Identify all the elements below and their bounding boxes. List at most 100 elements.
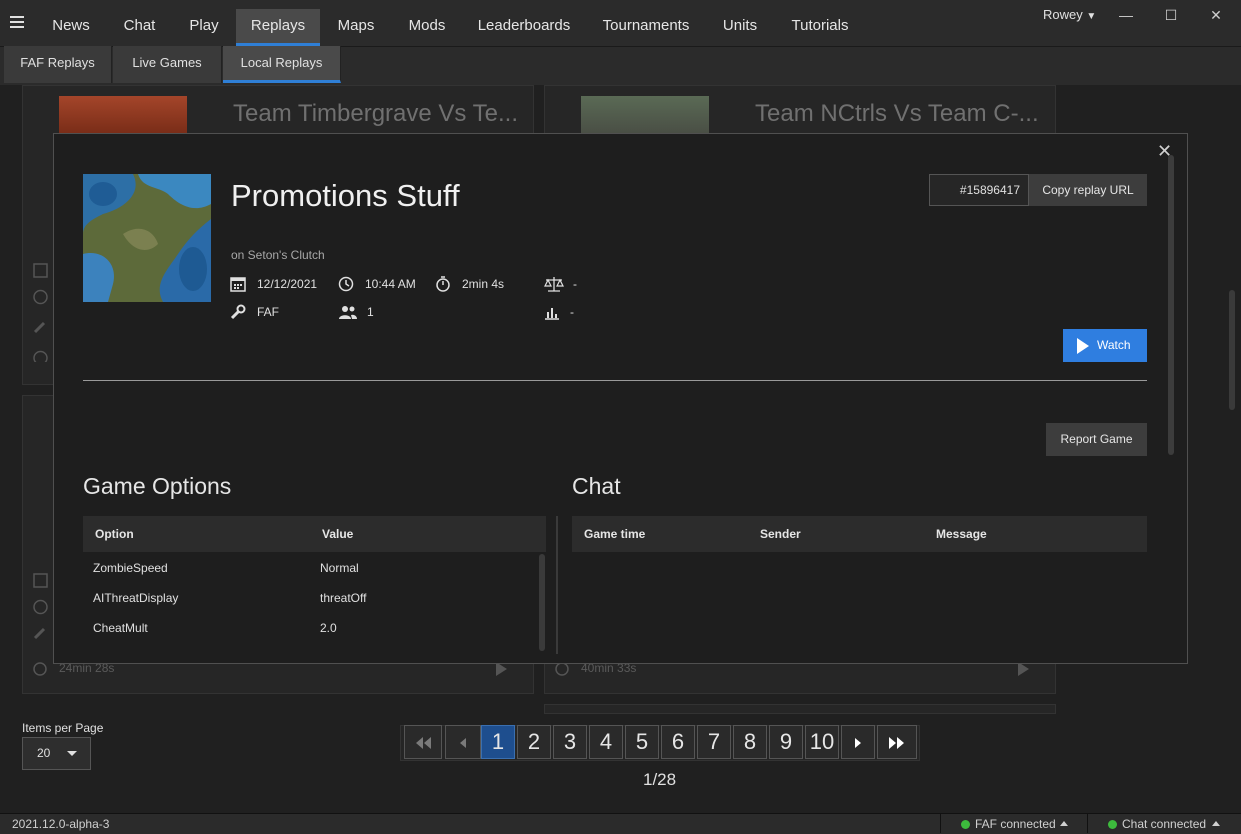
- game-options-table: ZombieSpeed Normal AIThreatDisplay threa…: [83, 552, 546, 652]
- replay-date: 12/12/2021: [257, 277, 318, 291]
- next-page-button[interactable]: [841, 725, 875, 759]
- version-label: 2021.12.0-alpha-3: [12, 817, 110, 831]
- report-game-button[interactable]: Report Game: [1046, 423, 1147, 456]
- page-button-9[interactable]: 9: [769, 725, 803, 759]
- nav-tab-units[interactable]: Units: [714, 9, 766, 46]
- map-preview-image: [581, 96, 709, 133]
- replay-title: Promotions Stuff: [231, 178, 460, 213]
- option-name: AIThreatDisplay: [93, 591, 179, 605]
- page-button-3[interactable]: 3: [553, 725, 587, 759]
- column-header-option[interactable]: Option: [95, 527, 134, 541]
- replay-rating: -: [570, 305, 574, 319]
- play-icon: [1077, 338, 1089, 354]
- nav-tab-news[interactable]: News: [40, 9, 102, 46]
- column-header-message[interactable]: Message: [936, 527, 987, 541]
- game-options-header: Option Value: [83, 516, 546, 552]
- subtab-local-replays[interactable]: Local Replays: [223, 46, 341, 83]
- nav-tab-tutorials[interactable]: Tutorials: [781, 9, 859, 46]
- faf-connection-status[interactable]: FAF connected: [975, 817, 1056, 831]
- items-per-page-select[interactable]: 20: [22, 737, 91, 770]
- option-name: CheatMult: [93, 621, 148, 635]
- chevron-right-icon: [855, 738, 861, 748]
- page-button-2[interactable]: 2: [517, 725, 551, 759]
- column-header-sender[interactable]: Sender: [760, 527, 801, 541]
- previous-page-button[interactable]: [445, 725, 481, 759]
- map-preview-image: [59, 96, 187, 133]
- card-meta-icons: [33, 573, 48, 640]
- calendar-icon: [230, 277, 246, 292]
- replay-card-title: Team Timbergrave Vs Te...: [233, 100, 518, 127]
- replay-card[interactable]: [544, 704, 1056, 714]
- page-button-1[interactable]: 1: [481, 725, 515, 759]
- double-chevron-left-icon: [416, 737, 431, 749]
- column-header-value[interactable]: Value: [322, 527, 353, 541]
- nav-tab-play[interactable]: Play: [177, 9, 231, 46]
- column-splitter[interactable]: [556, 516, 558, 654]
- balance-scale-icon: [544, 277, 564, 292]
- option-value: threatOff: [320, 591, 367, 605]
- status-separator: [940, 813, 941, 833]
- subtab-faf-replays[interactable]: FAF Replays: [4, 46, 112, 83]
- page-button-8[interactable]: 8: [733, 725, 767, 759]
- map-name: on Seton's Clutch: [231, 248, 325, 262]
- chat-status-dot-icon: [1108, 820, 1117, 829]
- subtab-live-games[interactable]: Live Games: [113, 46, 222, 83]
- replay-duration: 2min 4s: [462, 277, 505, 291]
- user-menu[interactable]: Rowey ▼: [1043, 7, 1096, 22]
- last-page-button[interactable]: [877, 725, 917, 759]
- dialog-scrollbar[interactable]: [1168, 155, 1174, 455]
- page-button-5[interactable]: 5: [625, 725, 659, 759]
- nav-tab-maps[interactable]: Maps: [326, 9, 386, 46]
- page-button-7[interactable]: 7: [697, 725, 731, 759]
- minimize-button[interactable]: —: [1116, 6, 1136, 24]
- chevron-down-icon: ▼: [1086, 11, 1097, 22]
- window-close-button[interactable]: ✕: [1206, 6, 1226, 24]
- chat-connection-status[interactable]: Chat connected: [1122, 817, 1206, 831]
- chat-title: Chat: [572, 473, 621, 499]
- chevron-down-icon: [67, 751, 77, 756]
- page-button-10[interactable]: 10: [805, 725, 839, 759]
- replay-player-count: 1: [367, 305, 374, 319]
- stopwatch-icon: [33, 662, 47, 676]
- card-play-icon[interactable]: [1018, 662, 1029, 676]
- replay-featured-mod: FAF: [257, 305, 280, 319]
- option-value: Normal: [320, 561, 359, 575]
- wrench-icon: [230, 304, 246, 320]
- nav-tab-mods[interactable]: Mods: [398, 9, 456, 46]
- faf-status-dot-icon: [961, 820, 970, 829]
- nav-tab-tournaments[interactable]: Tournaments: [592, 9, 700, 46]
- copy-replay-url-button[interactable]: Copy replay URL: [1029, 174, 1147, 206]
- watch-button[interactable]: Watch: [1063, 329, 1147, 362]
- hamburger-menu-icon[interactable]: [10, 16, 24, 28]
- chat-table-header: Game time Sender Message: [572, 516, 1147, 552]
- page-button-4[interactable]: 4: [589, 725, 623, 759]
- maximize-button[interactable]: ☐: [1161, 6, 1181, 24]
- card-meta-icons: [33, 263, 48, 362]
- replay-id-field[interactable]: #15896417: [929, 174, 1029, 206]
- card-play-icon[interactable]: [496, 662, 507, 676]
- table-scrollbar[interactable]: [539, 554, 545, 651]
- user-name: Rowey: [1043, 7, 1083, 22]
- close-icon[interactable]: ✕: [1157, 141, 1172, 162]
- replay-time: 10:44 AM: [365, 277, 416, 291]
- first-page-button[interactable]: [404, 725, 442, 759]
- option-value: 2.0: [320, 621, 337, 635]
- column-header-game-time[interactable]: Game time: [584, 527, 645, 541]
- map-preview-image: [83, 174, 211, 302]
- stopwatch-icon: [436, 276, 450, 292]
- clock-icon: [338, 276, 354, 292]
- chevron-up-icon[interactable]: [1212, 821, 1220, 826]
- page-button-6[interactable]: 6: [661, 725, 695, 759]
- chevron-up-icon[interactable]: [1060, 821, 1068, 826]
- status-separator: [1087, 813, 1088, 833]
- replay-card-title: Team NCtrls Vs Team C-...: [755, 100, 1039, 127]
- players-icon: [339, 306, 357, 319]
- nav-tab-leaderboards[interactable]: Leaderboards: [470, 9, 578, 46]
- page-scrollbar[interactable]: [1229, 290, 1235, 410]
- nav-tab-chat[interactable]: Chat: [112, 9, 167, 46]
- game-options-title: Game Options: [83, 473, 232, 499]
- double-chevron-right-icon: [889, 737, 904, 749]
- replay-balance: -: [573, 277, 577, 291]
- items-per-page-label: Items per Page: [22, 721, 104, 735]
- nav-tab-replays[interactable]: Replays: [236, 9, 320, 46]
